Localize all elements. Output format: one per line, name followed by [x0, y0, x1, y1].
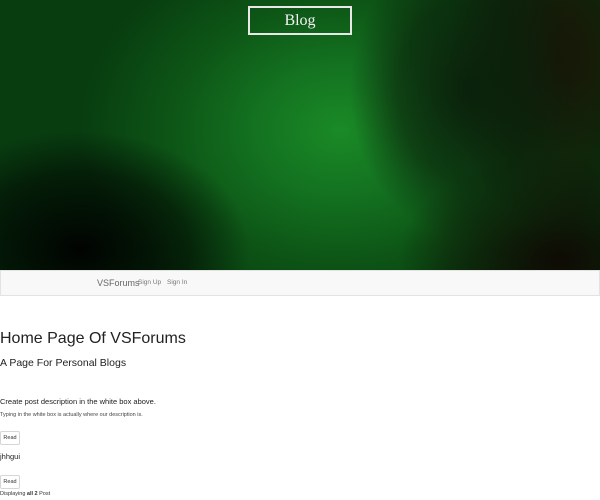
navbar: VSForums Sign Up Sign In	[0, 270, 600, 296]
post-description: Typing in the white box is actually wher…	[0, 412, 143, 418]
post-count-value: all 2	[26, 491, 38, 497]
read-post-button[interactable]: Read	[0, 431, 20, 445]
read-post-button[interactable]: Read	[0, 475, 20, 489]
page-title: Home Page Of VSForums	[0, 330, 186, 347]
blog-title-badge[interactable]: Blog	[248, 6, 352, 35]
page-subtitle: A Page For Personal Blogs	[0, 357, 127, 369]
sign-in-link[interactable]: Sign In	[167, 271, 187, 295]
post-title: Create post description in the white box…	[0, 397, 156, 406]
navbar-brand[interactable]: VSForums	[97, 271, 140, 295]
post-title: jhhgui	[0, 452, 21, 461]
post-count-prefix: Displaying	[0, 491, 27, 497]
hero-banner: Blog	[0, 0, 600, 270]
post-count-suffix: Post	[37, 491, 51, 497]
sign-up-link[interactable]: Sign Up	[138, 271, 161, 295]
post-count-text: Displaying all 2 Post	[0, 491, 50, 497]
